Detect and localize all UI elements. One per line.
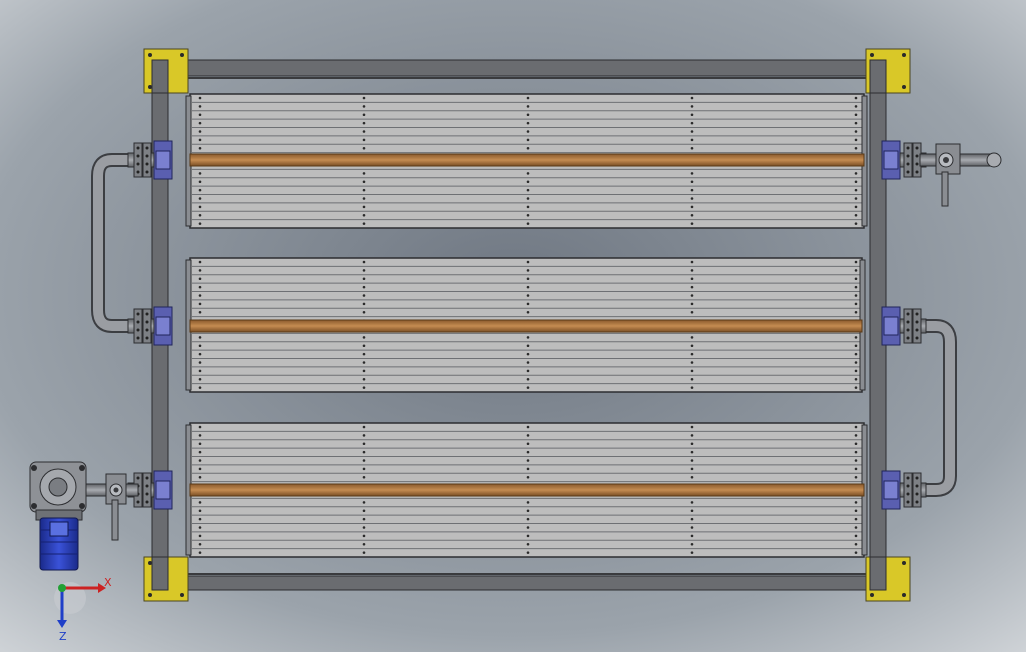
flange-left-2 [127,306,173,346]
triad-z-label: Z [59,630,67,643]
flange-right-1 [881,140,927,180]
flange-left-1 [127,140,173,180]
triad-x-label: X [104,576,112,589]
flange-right-2 [881,306,927,346]
panel-top[interactable] [185,93,868,229]
cad-viewport[interactable]: X Z [0,0,1026,652]
electric-motor [39,517,79,571]
panel-middle[interactable] [185,257,866,393]
flange-right-3 [881,470,927,510]
pump-assembly[interactable] [29,461,87,521]
panel-bottom[interactable] [185,422,868,558]
